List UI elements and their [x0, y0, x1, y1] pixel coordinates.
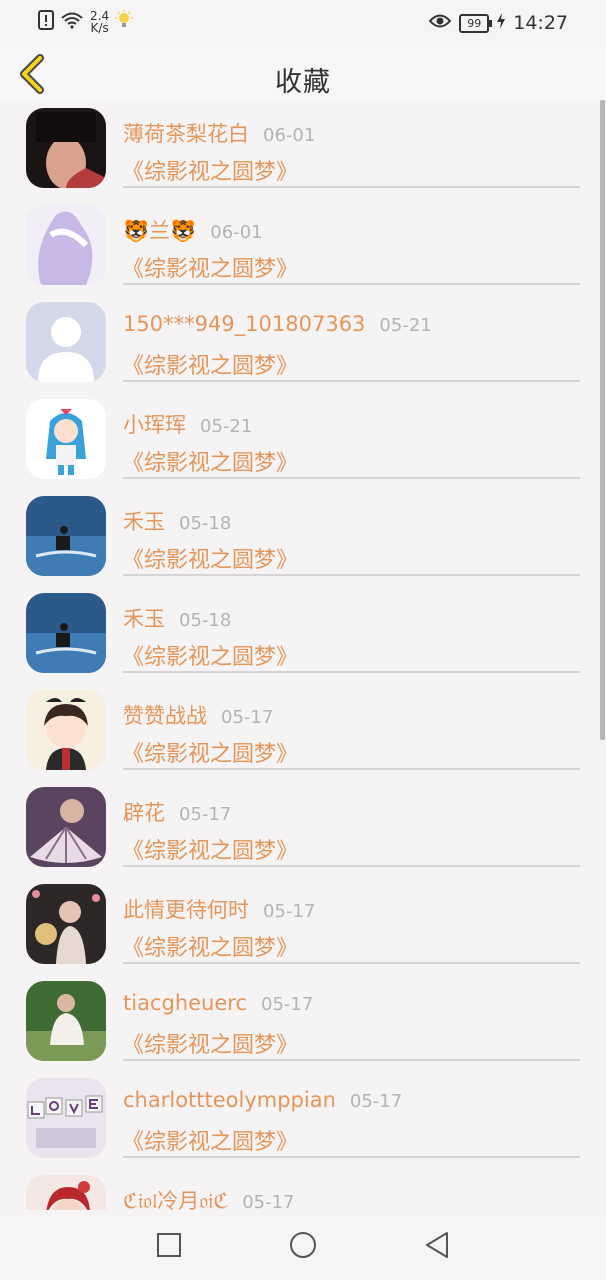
bulb-icon: [115, 10, 134, 34]
divider: [123, 283, 580, 285]
avatar[interactable]: [26, 981, 106, 1061]
charging-icon: [497, 13, 506, 33]
divider: [123, 477, 580, 479]
divider: [123, 380, 580, 382]
story-title[interactable]: 《综影视之圆梦》: [122, 445, 298, 477]
triangle-back-icon: [426, 1232, 448, 1258]
story-title[interactable]: 《综影视之圆梦》: [122, 639, 298, 671]
eye-icon: [428, 13, 452, 33]
recents-button[interactable]: [154, 1230, 184, 1260]
divider: [123, 186, 580, 188]
user-name[interactable]: 辟花: [123, 801, 165, 825]
story-title[interactable]: 《综影视之圆梦》: [122, 542, 298, 574]
date: 05-17: [179, 804, 232, 825]
scrollbar[interactable]: [600, 100, 605, 740]
divider: [123, 574, 580, 576]
favorites-list: 薄荷茶梨花白 06-01 《综影视之圆梦》 🐯兰🐯 06-01 《综影视之圆梦》 1…: [0, 100, 606, 1210]
user-name[interactable]: 赞赞战战: [123, 704, 207, 728]
user-name[interactable]: ℭ𝔦𝔬𝔩冷月𝔬𝔦ℭ: [123, 1189, 228, 1210]
list-item[interactable]: 小珲珲 05-21 《综影视之圆梦》: [0, 391, 606, 488]
story-title[interactable]: 《综影视之圆梦》: [122, 736, 298, 768]
user-name[interactable]: 150***949_101807363: [123, 312, 365, 336]
date: 05-17: [263, 901, 316, 922]
avatar[interactable]: [26, 787, 106, 867]
avatar[interactable]: [26, 593, 106, 673]
date: 05-17: [261, 994, 314, 1015]
divider: [123, 671, 580, 673]
user-name[interactable]: 薄荷茶梨花白: [123, 122, 249, 146]
avatar[interactable]: [26, 884, 106, 964]
date: 05-18: [179, 610, 232, 631]
list-item[interactable]: 禾玉 05-18 《综影视之圆梦》: [0, 488, 606, 585]
network-speed: 2.4 K/s: [90, 9, 110, 35]
divider: [123, 865, 580, 867]
date: 05-18: [179, 513, 232, 534]
date: 05-17: [349, 1091, 403, 1112]
user-name[interactable]: 禾玉: [123, 607, 165, 631]
story-title[interactable]: 《综影视之圆梦》: [122, 1124, 298, 1156]
avatar[interactable]: [26, 690, 106, 770]
story-title[interactable]: 《综影视之圆梦》: [122, 154, 298, 186]
date: 05-17: [242, 1192, 295, 1210]
top-bar: 收藏: [0, 46, 606, 100]
story-title[interactable]: 《综影视之圆梦》: [122, 1027, 298, 1059]
list-item[interactable]: 🐯兰🐯 06-01 《综影视之圆梦》: [0, 197, 606, 294]
avatar[interactable]: [26, 1078, 106, 1158]
avatar[interactable]: [26, 108, 106, 188]
avatar[interactable]: [26, 399, 106, 479]
divider: [123, 1156, 580, 1158]
list-item[interactable]: charlottteolymppian 05-17 《综影视之圆梦》: [0, 1070, 606, 1167]
square-icon: [157, 1233, 181, 1257]
divider: [123, 962, 580, 964]
date: 06-01: [210, 222, 263, 243]
status-bar: 2.4 K/s 99 14:27: [0, 0, 606, 46]
date: 05-17: [221, 707, 274, 728]
user-name[interactable]: tiacgheuerc: [123, 991, 247, 1015]
list-item[interactable]: 此情更待何时 05-17 《综影视之圆梦》: [0, 876, 606, 973]
user-name[interactable]: charlottteolymppian: [123, 1088, 336, 1112]
user-name[interactable]: 此情更待何时: [123, 898, 249, 922]
date: 05-21: [379, 315, 432, 336]
date: 06-01: [263, 125, 316, 146]
wifi-icon: [60, 11, 84, 33]
back-nav-button[interactable]: [422, 1230, 452, 1260]
sim-alert-icon: [38, 10, 54, 34]
avatar[interactable]: [26, 302, 106, 382]
divider: [123, 768, 580, 770]
user-name[interactable]: 禾玉: [123, 510, 165, 534]
clock: 14:27: [513, 12, 568, 34]
list-item[interactable]: tiacgheuerc 05-17 《综影视之圆梦》: [0, 973, 606, 1070]
user-name[interactable]: 🐯兰🐯: [123, 219, 196, 243]
page-title: 收藏: [275, 67, 331, 98]
list-item[interactable]: 150***949_101807363 05-21 《综影视之圆梦》: [0, 294, 606, 391]
system-nav-bar: [0, 1210, 606, 1280]
home-button[interactable]: [288, 1230, 318, 1260]
circle-icon: [290, 1232, 316, 1258]
list-item[interactable]: 禾玉 05-18 《综影视之圆梦》: [0, 585, 606, 682]
list-item[interactable]: ℭ𝔦𝔬𝔩冷月𝔬𝔦ℭ 05-17: [0, 1167, 606, 1210]
list-item[interactable]: 辟花 05-17 《综影视之圆梦》: [0, 779, 606, 876]
story-title[interactable]: 《综影视之圆梦》: [122, 348, 298, 380]
list-item[interactable]: 赞赞战战 05-17 《综影视之圆梦》: [0, 682, 606, 779]
list-item[interactable]: 薄荷茶梨花白 06-01 《综影视之圆梦》: [0, 100, 606, 197]
story-title[interactable]: 《综影视之圆梦》: [122, 251, 298, 283]
avatar[interactable]: [26, 1175, 106, 1210]
avatar[interactable]: [26, 205, 106, 285]
battery-indicator: 99: [459, 13, 493, 33]
story-title[interactable]: 《综影视之圆梦》: [122, 930, 298, 962]
avatar[interactable]: [26, 496, 106, 576]
divider: [123, 1059, 580, 1061]
story-title[interactable]: 《综影视之圆梦》: [122, 833, 298, 865]
user-name[interactable]: 小珲珲: [123, 413, 186, 437]
date: 05-21: [200, 416, 253, 437]
